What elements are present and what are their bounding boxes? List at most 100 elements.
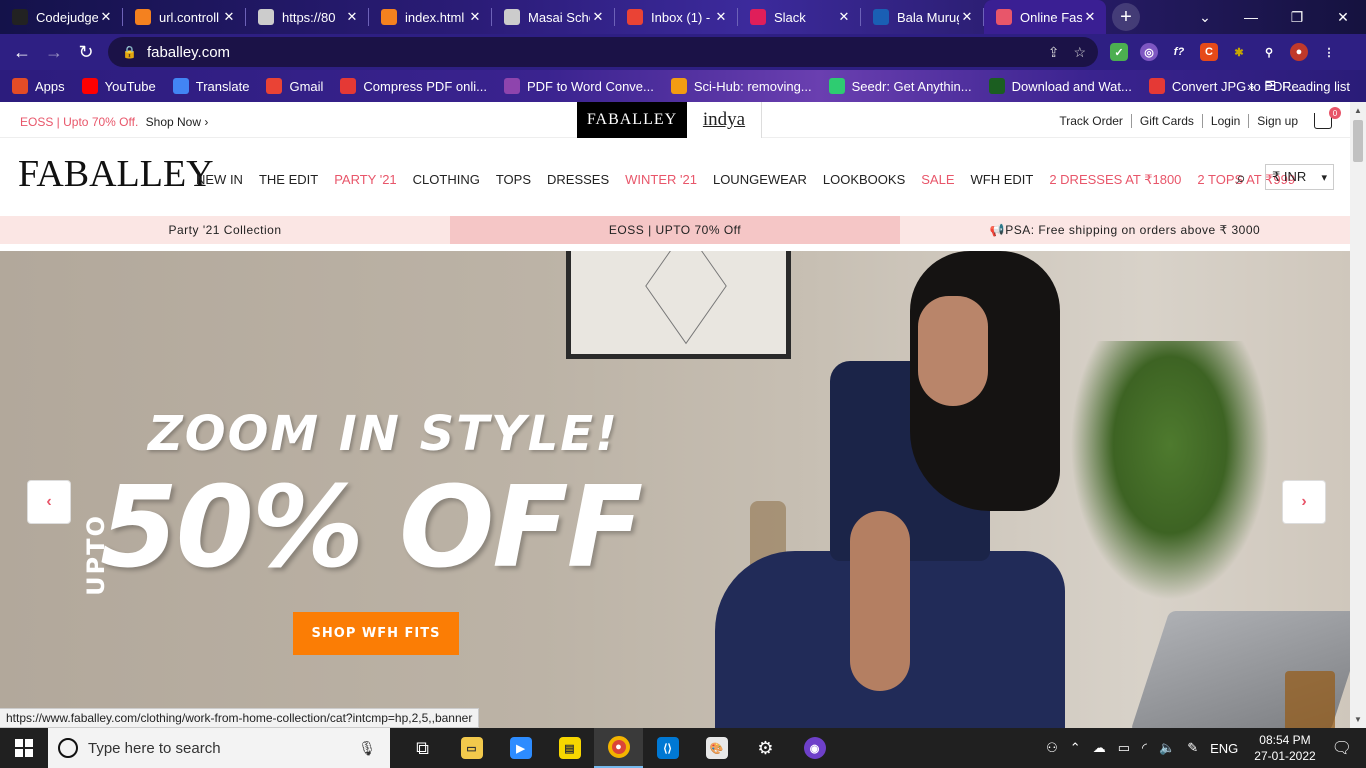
- promo-banner[interactable]: EOSS | Upto 70% Off. Shop Now ›: [20, 115, 208, 129]
- menu-dots-icon[interactable]: ⋮: [1320, 43, 1338, 61]
- people-icon[interactable]: ⚇: [1046, 740, 1058, 756]
- bookmark-item[interactable]: Seedr: Get Anythin...: [828, 78, 972, 94]
- brand-tab-faballey[interactable]: FABALLEY: [577, 102, 687, 138]
- new-tab-button[interactable]: +: [1112, 3, 1140, 31]
- browser-tab[interactable]: Online Fas ✕: [984, 0, 1106, 34]
- bookmark-item[interactable]: Translate: [172, 78, 249, 94]
- shop-now-link[interactable]: Shop Now ›: [146, 115, 209, 129]
- start-button[interactable]: [0, 728, 48, 768]
- settings-gear-icon[interactable]: ⚙: [741, 728, 790, 768]
- bookmark-item[interactable]: Download and Wat...: [988, 78, 1132, 94]
- back-icon[interactable]: ←: [6, 36, 38, 68]
- browser-tab[interactable]: Slack ✕: [738, 0, 860, 34]
- promo-text[interactable]: EOSS | Upto 70% Off.: [20, 115, 138, 129]
- scroll-down-icon[interactable]: ▼: [1354, 715, 1362, 724]
- volume-icon[interactable]: 🔈: [1159, 740, 1175, 756]
- menu-item[interactable]: DRESSES: [547, 172, 609, 188]
- menu-item[interactable]: NEW IN: [196, 172, 243, 188]
- reading-list-button[interactable]: » ☰ Reading list: [1247, 70, 1350, 102]
- browser-tab[interactable]: url.controll ✕: [123, 0, 245, 34]
- browser-tab[interactable]: Bala Muruga✕: [861, 0, 983, 34]
- close-window-button[interactable]: ✕: [1320, 9, 1366, 26]
- close-tab-icon[interactable]: ✕: [467, 9, 483, 25]
- taskbar-search-input[interactable]: Type here to search 🎙: [48, 728, 390, 768]
- battery-icon[interactable]: ▭: [1118, 740, 1130, 756]
- ribbon-psa-shipping[interactable]: 📢PSA: Free shipping on orders above ₹ 30…: [900, 216, 1350, 244]
- scroll-up-icon[interactable]: ▲: [1354, 106, 1362, 115]
- bookmark-item[interactable]: YouTube: [81, 78, 156, 94]
- hero-banner[interactable]: ZOOM IN STYLE! UPTO 50% OFF SHOP WFH FIT…: [0, 251, 1350, 728]
- menu-item[interactable]: WINTER '21: [625, 172, 697, 188]
- menu-item[interactable]: LOOKBOOKS: [823, 172, 905, 188]
- close-tab-icon[interactable]: ✕: [344, 9, 360, 25]
- carousel-prev-button[interactable]: ‹: [27, 480, 71, 524]
- lock-icon[interactable]: 🔒: [122, 45, 137, 59]
- extension-green-icon[interactable]: ✓: [1110, 43, 1128, 61]
- gift-cards-link[interactable]: Gift Cards: [1132, 114, 1203, 128]
- bookmark-star-icon[interactable]: ☆: [1073, 44, 1086, 61]
- browser-tab[interactable]: Codejudge ✕: [0, 0, 122, 34]
- close-tab-icon[interactable]: ✕: [1082, 9, 1098, 25]
- close-tab-icon[interactable]: ✕: [221, 9, 237, 25]
- extension-target-icon[interactable]: ◎: [1140, 43, 1158, 61]
- restore-button[interactable]: ❐: [1274, 9, 1320, 26]
- bookmark-item[interactable]: Apps: [12, 78, 65, 94]
- onedrive-icon[interactable]: ☁: [1093, 740, 1106, 756]
- language-indicator[interactable]: ENG: [1210, 741, 1238, 756]
- menu-item[interactable]: LOUNGEWEAR: [713, 172, 807, 188]
- close-tab-icon[interactable]: ✕: [98, 9, 114, 25]
- site-logo[interactable]: FABALLEY: [18, 152, 214, 196]
- browser-tab[interactable]: https://80 ✕: [246, 0, 368, 34]
- shop-wfh-fits-button[interactable]: SHOP WFH FITS: [293, 612, 459, 655]
- menu-item[interactable]: PARTY '21: [334, 172, 396, 188]
- scroll-thumb[interactable]: [1353, 120, 1363, 162]
- menu-item[interactable]: 2 DRESSES AT ₹1800: [1049, 172, 1181, 188]
- brand-tab-indya[interactable]: indya: [687, 102, 762, 138]
- minimize-button[interactable]: —: [1228, 9, 1274, 25]
- page-scrollbar[interactable]: ▲ ▼: [1350, 102, 1366, 728]
- vscode-icon[interactable]: ⟨⟩: [643, 728, 692, 768]
- search-icon[interactable]: ⌕: [1236, 168, 1246, 189]
- close-tab-icon[interactable]: ✕: [836, 9, 852, 25]
- login-link[interactable]: Login: [1203, 114, 1250, 128]
- bookmark-item[interactable]: Sci-Hub: removing...: [670, 78, 812, 94]
- chevron-down-icon[interactable]: ⌄: [1182, 9, 1228, 26]
- menu-item[interactable]: TOPS: [496, 172, 531, 188]
- forward-icon[interactable]: →: [38, 36, 70, 68]
- carousel-next-button[interactable]: ›: [1282, 480, 1326, 524]
- puzzle-icon[interactable]: ⚲: [1260, 43, 1278, 61]
- ribbon-eoss[interactable]: EOSS | UPTO 70% Off: [450, 216, 900, 244]
- menu-item[interactable]: THE EDIT: [259, 172, 318, 188]
- bookmark-item[interactable]: Gmail: [266, 78, 323, 94]
- file-explorer-icon[interactable]: ▭: [447, 728, 496, 768]
- menu-item[interactable]: WFH EDIT: [971, 172, 1034, 188]
- zoom-icon[interactable]: ▶: [496, 728, 545, 768]
- clock[interactable]: 08:54 PM 27-01-2022: [1254, 732, 1315, 764]
- bookmark-item[interactable]: Compress PDF onli...: [340, 78, 487, 94]
- track-order-link[interactable]: Track Order: [1051, 114, 1132, 128]
- notifications-icon[interactable]: 🗨: [1332, 738, 1352, 758]
- github-icon[interactable]: ◉: [790, 728, 839, 768]
- menu-item[interactable]: SALE: [921, 172, 954, 188]
- reload-icon[interactable]: ↻: [70, 36, 102, 68]
- task-view-icon[interactable]: ⧉: [398, 728, 447, 768]
- more-bookmarks-button[interactable]: »: [1247, 79, 1254, 94]
- browser-tab[interactable]: index.html ✕: [369, 0, 491, 34]
- browser-tab[interactable]: Masai Scho ✕: [492, 0, 614, 34]
- chevron-up-icon[interactable]: ⌃: [1070, 740, 1081, 756]
- extension-c-icon[interactable]: C: [1200, 43, 1218, 61]
- wifi-icon[interactable]: ◜: [1142, 740, 1147, 756]
- pen-icon[interactable]: ✎: [1187, 740, 1198, 756]
- close-tab-icon[interactable]: ✕: [959, 9, 975, 25]
- close-tab-icon[interactable]: ✕: [713, 9, 729, 25]
- share-icon[interactable]: ⇪: [1048, 44, 1060, 61]
- bookmark-item[interactable]: PDF to Word Conve...: [503, 78, 654, 94]
- extension-bug-icon[interactable]: ✱: [1230, 43, 1248, 61]
- signup-link[interactable]: Sign up: [1249, 114, 1306, 128]
- ribbon-party-collection[interactable]: Party '21 Collection: [0, 216, 450, 244]
- extension-formula-icon[interactable]: f?: [1170, 43, 1188, 61]
- paint-icon[interactable]: 🎨: [692, 728, 741, 768]
- browser-tab[interactable]: Inbox (1) - ✕: [615, 0, 737, 34]
- menu-item[interactable]: CLOTHING: [413, 172, 480, 188]
- microphone-icon[interactable]: 🎙: [358, 740, 376, 757]
